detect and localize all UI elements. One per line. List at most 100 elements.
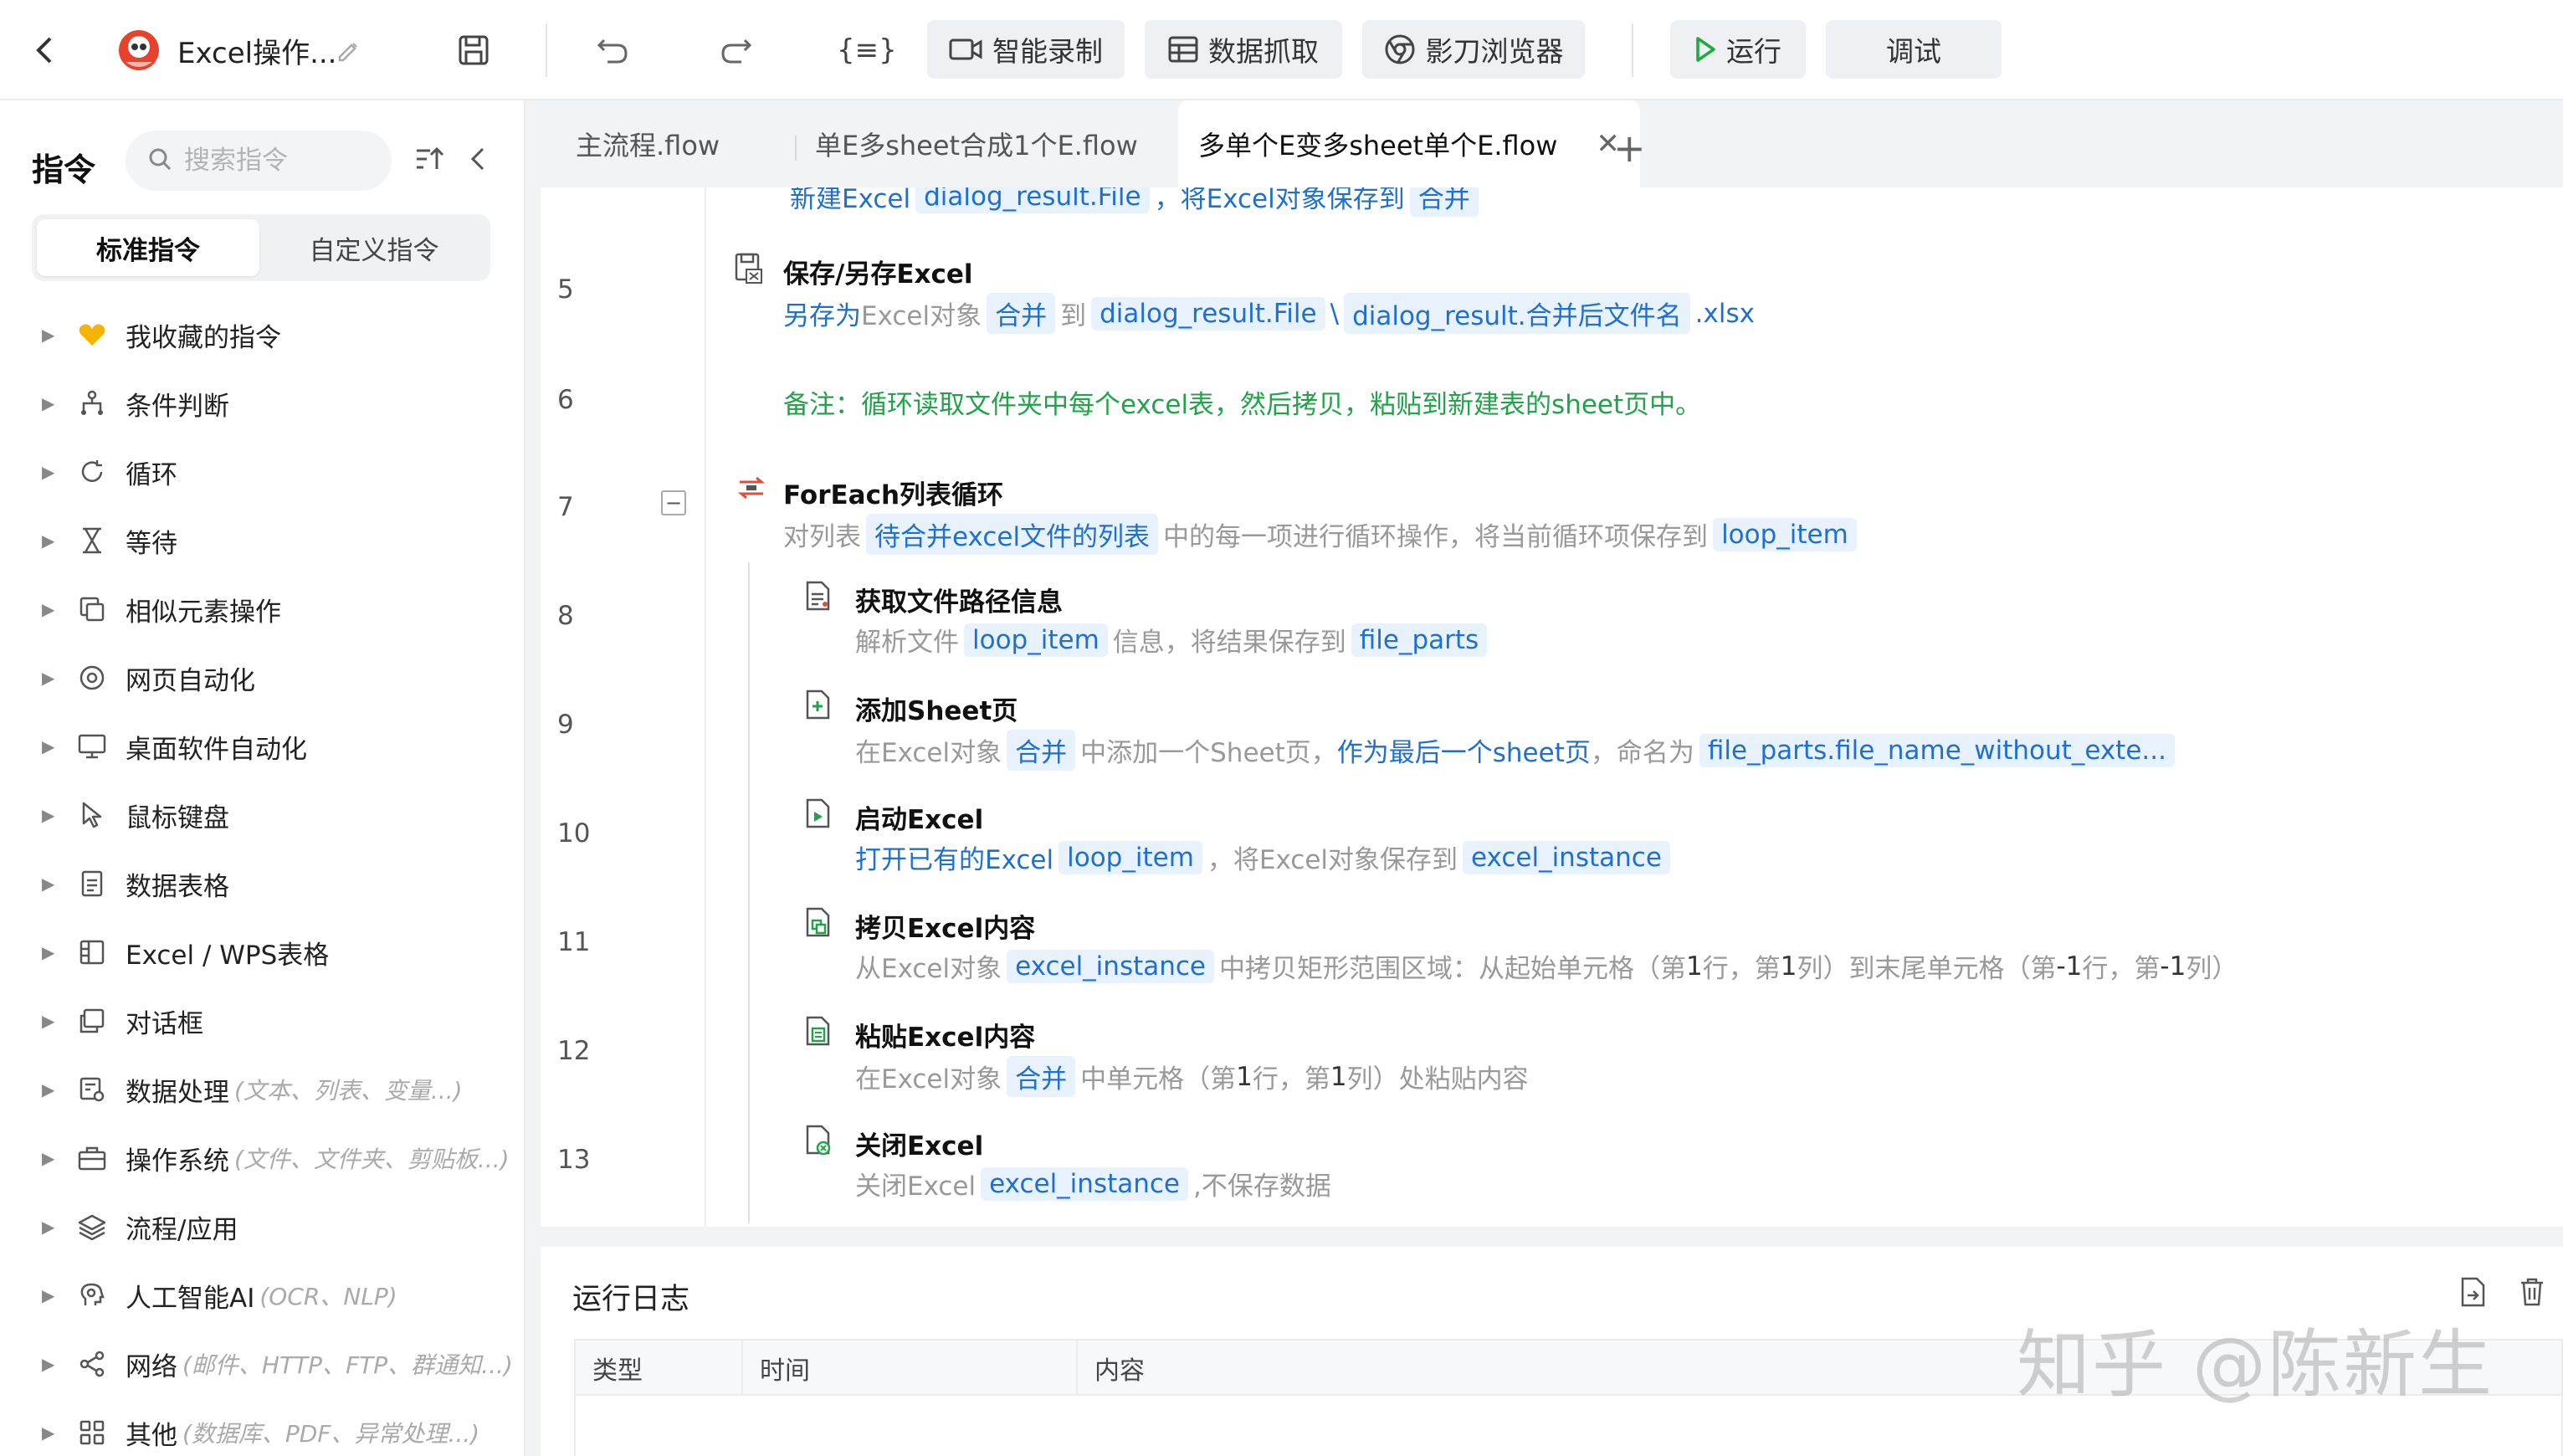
sort-icon[interactable] — [415, 146, 445, 176]
step-title[interactable]: 添加Sheet页 — [855, 690, 1018, 727]
sidebar-item-label: 流程/应用 — [126, 1214, 238, 1245]
variable-chip[interactable]: dialog_result.合并后文件名 — [1344, 293, 1690, 334]
step-title[interactable]: 启动Excel — [855, 798, 983, 836]
debug-button[interactable]: 调试 — [1826, 20, 2002, 79]
sidebar-item-data-processing[interactable]: ▶ 数据处理 (文本、列表、变量...) — [42, 1064, 463, 1115]
sidebar-item-data-table[interactable]: ▶ 数据表格 — [42, 859, 229, 909]
expand-arrow-icon: ▶ — [42, 1423, 55, 1443]
line-number: 12 — [557, 1036, 591, 1066]
sidebar-title: 指令 — [32, 151, 96, 188]
variable-chip[interactable]: dialog_result.File — [915, 187, 1150, 213]
sidebar-item-label: 鼠标键盘 — [126, 802, 229, 833]
variable-chip[interactable]: file_parts — [1351, 623, 1488, 657]
step-title[interactable]: 关闭Excel — [855, 1125, 983, 1162]
sidebar-item-condition[interactable]: ▶ 条件判断 — [42, 378, 229, 428]
variable-chip[interactable]: excel_instance — [1463, 840, 1670, 874]
variable-chip[interactable]: 合并 — [1007, 1056, 1076, 1097]
run-label: 运行 — [1726, 35, 1781, 68]
tab-standard-instructions[interactable]: 标准指令 — [37, 219, 259, 276]
browser-button[interactable]: 影刀浏览器 — [1362, 20, 1585, 79]
desc-text: 对列表 — [783, 522, 861, 552]
sidebar-item-web-automation[interactable]: ▶ 网页自动化 — [42, 653, 255, 703]
variable-chip[interactable]: loop_item — [1059, 840, 1202, 874]
sidebar-item-os[interactable]: ▶ 操作系统 (文件、文件夹、剪贴板...) — [42, 1133, 510, 1183]
variable-chip[interactable]: loop_item — [964, 623, 1108, 657]
expand-arrow-icon: ▶ — [42, 1148, 55, 1168]
step-description[interactable]: 关闭Excel excel_instance ,不保存数据 — [855, 1165, 1331, 1202]
sidebar-item-loop[interactable]: ▶ 循环 — [42, 447, 177, 497]
sidebar-item-excel-wps[interactable]: ▶ Excel / WPS表格 — [42, 927, 329, 977]
sidebar-item-flow-app[interactable]: ▶ 流程/应用 — [42, 1202, 238, 1252]
back-icon[interactable] — [33, 0, 55, 100]
instruction-tabs: 标准指令 自定义指令 — [32, 214, 490, 281]
sidebar-item-wait[interactable]: ▶ 等待 — [42, 515, 177, 566]
instruction-sidebar: 指令 标准指令 自定义指令 ▶ 我收藏的指令 ▶ 条件判断 ▶ 循环 ▶ 等待 … — [0, 100, 525, 1456]
sidebar-item-favorites[interactable]: ▶ 我收藏的指令 — [42, 310, 281, 360]
step-title[interactable]: 粘贴Excel内容 — [855, 1016, 1035, 1054]
variable-chip[interactable]: 合并 — [987, 293, 1056, 334]
collapse-loop-icon[interactable]: − — [661, 490, 686, 515]
code-view-icon[interactable]: {≡} — [837, 0, 897, 100]
add-tab-icon[interactable]: + — [1613, 126, 1646, 171]
clear-log-icon[interactable] — [2519, 1277, 2545, 1310]
foreach-loop-icon — [736, 475, 766, 504]
comment-line[interactable]: 备注：循环读取文件夹中每个excel表，然后拷贝，粘贴到新建表的sheet页中。 — [783, 383, 1701, 421]
step-title[interactable]: ForEach列表循环 — [783, 474, 1003, 511]
sidebar-item-similar-elements[interactable]: ▶ 相似元素操作 — [42, 584, 281, 634]
tab-main-flow[interactable]: 主流程.flow — [576, 100, 720, 187]
step-description[interactable]: 在Excel对象 合并 中添加一个Sheet页， 作为最后一个sheet页 ，命… — [855, 730, 2180, 771]
sidebar-item-dialog[interactable]: ▶ 对话框 — [42, 996, 203, 1046]
desc-number: 1 — [1686, 951, 1703, 982]
variable-chip[interactable]: dialog_result.File — [1091, 296, 1325, 331]
edit-title-icon[interactable] — [336, 0, 360, 100]
flow-editor: 新建Excel dialog_result.File ，将Excel对象保存到 … — [541, 187, 2563, 1227]
instruction-search[interactable] — [126, 131, 392, 191]
sidebar-item-ai[interactable]: ▶ 人工智能AI (OCR、NLP) — [42, 1270, 397, 1320]
search-input[interactable] — [184, 146, 368, 176]
variable-chip[interactable]: 合并 — [1007, 730, 1076, 771]
step-description[interactable]: 从Excel对象 excel_instance 中拷贝矩形范围区域：从起始单元格… — [855, 947, 2237, 985]
tab-custom-instructions[interactable]: 自定义指令 — [263, 219, 485, 276]
variable-chip[interactable]: 合并 — [1409, 187, 1479, 217]
step-description[interactable]: 解析文件 loop_item 信息，将结果保存到 file_parts — [855, 621, 1492, 659]
variable-chip[interactable]: excel_instance — [1007, 949, 1215, 983]
data-capture-button[interactable]: 数据抓取 — [1145, 20, 1342, 79]
sidebar-item-hint: (邮件、HTTP、FTP、群通知...) — [182, 1351, 513, 1379]
desc-text: 新建Excel — [790, 187, 911, 214]
tab-split-flow[interactable]: 多单个E变多sheet单个E.flow ✕ — [1178, 100, 1640, 187]
expand-arrow-icon: ▶ — [42, 1217, 55, 1237]
undo-icon[interactable] — [596, 0, 629, 100]
sidebar-item-other[interactable]: ▶ 其他 (数据库、PDF、异常处理...) — [42, 1407, 479, 1456]
sidebar-item-label: 条件判断 — [126, 391, 229, 422]
variable-chip[interactable]: 待合并excel文件的列表 — [866, 514, 1159, 555]
sidebar-item-label: 网络 — [126, 1351, 177, 1382]
sidebar-item-network[interactable]: ▶ 网络 (邮件、HTTP、FTP、群通知...) — [42, 1339, 513, 1389]
expand-arrow-icon: ▶ — [42, 942, 55, 962]
collapse-sidebar-icon[interactable] — [469, 146, 487, 176]
excel-open-icon — [805, 798, 833, 833]
step-description[interactable]: 另存为 Excel对象 合并 到 dialog_result.File \ dia… — [783, 293, 1755, 334]
expand-arrow-icon: ▶ — [42, 1354, 55, 1374]
smart-record-button[interactable]: 智能录制 — [927, 20, 1125, 79]
step-title[interactable]: 拷贝Excel内容 — [855, 907, 1035, 945]
desc-text: 行，第 — [1252, 1064, 1330, 1095]
redo-icon[interactable] — [720, 0, 753, 100]
sidebar-item-label: 操作系统 — [126, 1146, 229, 1177]
variable-chip[interactable]: file_parts.file_name_without_exte... — [1699, 733, 2175, 767]
step-description[interactable]: 在Excel对象 合并 中单元格（第 1 行，第 1 列）处粘贴内容 — [855, 1056, 1529, 1097]
sidebar-item-desktop-automation[interactable]: ▶ 桌面软件自动化 — [42, 721, 307, 772]
step-title[interactable]: 获取文件路径信息 — [855, 581, 1063, 618]
tab-merge-flow[interactable]: 单E多sheet合成1个E.flow — [815, 100, 1138, 187]
save-icon[interactable] — [457, 0, 490, 100]
step-title[interactable]: 保存/另存Excel — [783, 253, 973, 290]
sidebar-item-mouse-keyboard[interactable]: ▶ 鼠标键盘 — [42, 790, 229, 840]
desc-text: 在Excel对象 — [855, 738, 1002, 768]
variable-chip[interactable]: excel_instance — [981, 1166, 1189, 1201]
step-description[interactable]: 对列表 待合并excel文件的列表 中的每一项进行循环操作，将当前循环项保存到 … — [783, 514, 1862, 555]
copy-icon — [75, 596, 109, 623]
run-button[interactable]: 运行 — [1670, 20, 1806, 79]
step-description[interactable]: 打开已有的Excel loop_item ，将Excel对象保存到 excel_… — [855, 838, 1675, 876]
variable-chip[interactable]: loop_item — [1713, 517, 1857, 551]
layers-icon — [75, 1213, 109, 1240]
expand-arrow-icon: ▶ — [42, 874, 55, 894]
